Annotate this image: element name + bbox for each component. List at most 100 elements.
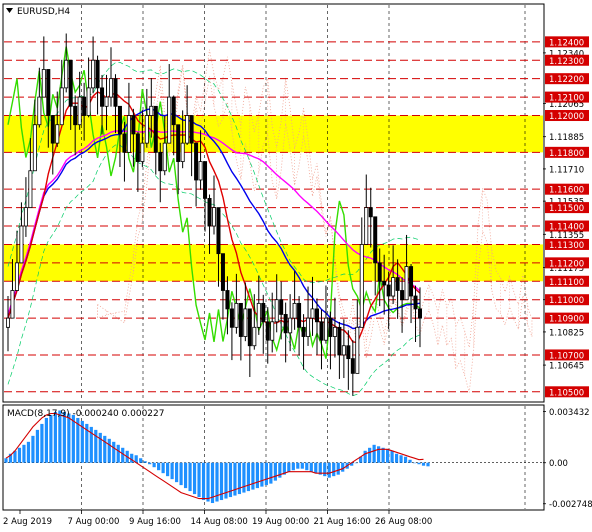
level-label: 1.11000	[549, 296, 584, 306]
macd-histogram-bar	[381, 447, 385, 463]
candle-body	[14, 262, 19, 291]
macd-histogram-bar	[157, 462, 161, 471]
candle-body	[131, 115, 136, 135]
level-label: 1.10700	[549, 351, 584, 361]
macd-histogram-bar	[305, 462, 309, 471]
macd-histogram-bar	[314, 462, 318, 474]
macd-histogram-bar	[341, 462, 345, 472]
level-label: 1.10900	[549, 315, 584, 325]
candle-body	[306, 317, 311, 337]
macd-histogram-bar	[152, 462, 156, 468]
macd-histogram-bar	[4, 458, 8, 463]
candle-body	[243, 308, 248, 337]
macd-histogram-bar	[408, 459, 412, 463]
candle-body	[417, 308, 422, 319]
candle-body	[32, 124, 37, 172]
macd-histogram-bar	[139, 458, 143, 463]
macd-histogram-bar	[53, 411, 57, 463]
macd-histogram-bar	[233, 462, 237, 496]
title-triangle-icon	[6, 8, 13, 13]
candle-body	[350, 358, 355, 374]
macd-histogram-bar	[368, 447, 372, 463]
candle-body	[409, 266, 414, 297]
candle-body	[100, 87, 105, 107]
macd-histogram-bar	[192, 462, 197, 495]
macd-histogram-bar	[143, 461, 147, 463]
candle-body	[274, 299, 279, 323]
macd-label: MACD(8,17,9) -0.000240 0.000227	[7, 409, 164, 419]
candle-body	[261, 302, 266, 323]
candle-body	[135, 133, 140, 162]
macd-histogram-bar	[17, 447, 22, 463]
candle-body	[400, 290, 405, 301]
candle-body	[19, 225, 24, 264]
time-axis: 2 Aug 2019 7 Aug 00:00 9 Aug 16:00 14 Aug 0…	[3, 510, 432, 527]
candle-body	[283, 314, 288, 334]
price-tick-label: 1.11885	[549, 133, 584, 143]
candle-body	[194, 142, 199, 181]
macd-histogram	[4, 410, 430, 504]
candle-body	[28, 170, 33, 209]
macd-histogram-bar	[403, 456, 408, 463]
candle-body	[180, 142, 185, 162]
candle-body	[234, 302, 239, 328]
candle-body	[220, 253, 225, 291]
level-label: 1.11300	[549, 241, 584, 251]
candle-body	[395, 277, 400, 291]
macd-histogram-bar	[296, 462, 300, 469]
time-label: 2 Aug 2019	[3, 517, 52, 527]
level-label: 1.12200	[549, 75, 584, 85]
level-label: 1.12100	[549, 94, 584, 104]
macd-histogram-bar	[206, 462, 210, 502]
macd-tick-label: 0.00	[549, 459, 568, 469]
macd-histogram-bar	[130, 453, 134, 463]
candle-body	[346, 345, 351, 360]
macd-histogram-bar	[49, 414, 53, 463]
candle-body	[167, 96, 172, 144]
candle-body	[117, 105, 122, 135]
macd-histogram-bar	[260, 462, 264, 487]
candle-body	[82, 96, 87, 116]
candle-body	[68, 59, 73, 107]
candle-body	[355, 326, 360, 374]
macd-histogram-bar	[412, 462, 417, 464]
candle-body	[144, 115, 149, 144]
price-tick-label: 1.10825	[549, 328, 584, 338]
candle-body	[373, 216, 378, 264]
macd-histogram-bar	[26, 441, 31, 463]
candle-body	[176, 124, 181, 162]
candle-body	[189, 115, 194, 144]
macd-histogram-bar	[237, 462, 242, 495]
level-label: 1.11200	[549, 259, 584, 269]
macd-histogram-bar	[201, 462, 206, 501]
candle-body	[73, 105, 78, 126]
level-label: 1.11800	[549, 149, 584, 159]
time-label: 21 Aug 16:00	[314, 517, 371, 527]
candle-body	[95, 59, 100, 89]
time-label: 26 Aug 08:00	[375, 517, 432, 527]
candle-body	[211, 207, 216, 227]
candle-body	[328, 317, 333, 337]
time-label: 9 Aug 16:00	[129, 517, 181, 527]
candle-body	[382, 280, 387, 286]
macd-histogram-bar	[161, 462, 165, 474]
macd-histogram-bar	[336, 462, 340, 475]
time-label: 14 Aug 08:00	[191, 517, 248, 527]
macd-histogram-bar	[183, 462, 188, 489]
macd-histogram-bar	[372, 444, 376, 463]
macd-histogram-bar	[188, 462, 192, 492]
macd-histogram-bar	[35, 429, 40, 463]
macd-histogram-bar	[246, 462, 251, 492]
candle-body	[297, 302, 302, 328]
macd-histogram-bar	[148, 462, 152, 465]
candle-body	[59, 87, 64, 126]
candle-body	[140, 142, 145, 162]
candle-body	[323, 317, 328, 341]
candle-body	[252, 326, 257, 347]
candle-body	[50, 115, 55, 144]
level-label: 1.11400	[549, 223, 584, 233]
candle-body	[104, 96, 109, 107]
macd-axis-labels: 0.003432 0.00 -0.002748	[543, 408, 592, 510]
macd-histogram-bar	[103, 435, 107, 463]
candle-body	[153, 105, 158, 153]
